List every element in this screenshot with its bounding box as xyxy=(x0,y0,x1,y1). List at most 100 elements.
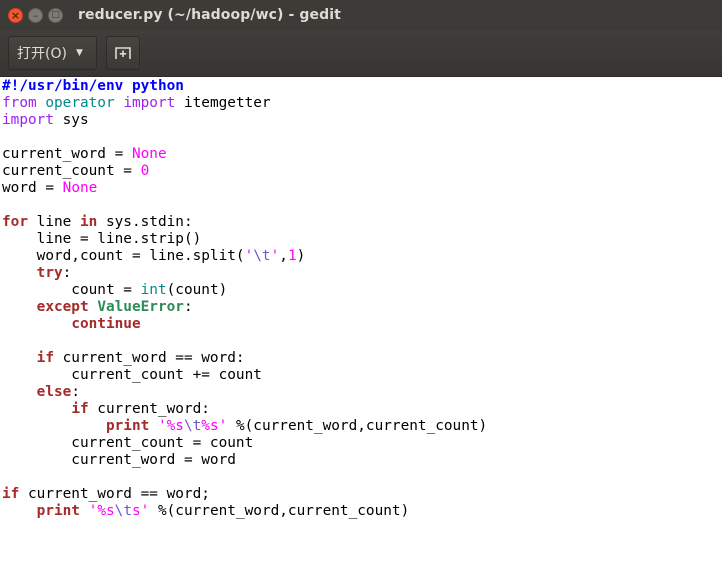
code-token: , xyxy=(279,248,288,264)
code-token: from xyxy=(2,95,37,111)
code-line[interactable]: from operator import itemgetter xyxy=(2,95,722,112)
open-button-label: 打开(O) xyxy=(17,46,67,62)
code-line[interactable] xyxy=(2,197,722,214)
open-file-button[interactable]: 打开(O) ▼ xyxy=(8,36,97,70)
code-token: : xyxy=(71,384,80,400)
code-line[interactable]: try: xyxy=(2,265,722,282)
code-token: in xyxy=(79,214,98,230)
code-token: if xyxy=(2,486,20,502)
code-token: operator xyxy=(45,95,115,111)
code-token: int xyxy=(140,282,167,298)
close-window-button[interactable]: × xyxy=(8,7,23,23)
chevron-down-icon: ▼ xyxy=(75,48,83,58)
code-token: else xyxy=(36,384,72,400)
code-token: continue xyxy=(71,316,141,332)
code-token: %s' xyxy=(201,418,228,434)
code-line[interactable] xyxy=(2,333,722,350)
code-token: : xyxy=(183,299,193,315)
title-bar[interactable]: × – □ reducer.py (~/hadoop/wc) - gedit xyxy=(0,0,722,30)
code-token: '%s xyxy=(88,503,115,519)
code-line[interactable]: current_count = count xyxy=(2,435,722,452)
code-editor[interactable]: #!/usr/bin/env python from operator impor… xyxy=(0,77,722,582)
code-token: sys.stdin: xyxy=(97,214,193,230)
code-token: s' xyxy=(131,503,150,519)
code-token: ) xyxy=(296,248,306,264)
code-line[interactable]: current_count += count xyxy=(2,367,722,384)
code-line[interactable]: if current_word: xyxy=(2,401,722,418)
code-line[interactable]: word = None xyxy=(2,180,722,197)
code-token: current_count += count xyxy=(2,367,262,383)
maximize-icon: □ xyxy=(51,9,60,20)
code-line[interactable]: current_word = None xyxy=(2,146,722,163)
code-line[interactable]: current_word = word xyxy=(2,452,722,469)
code-token: current_word = xyxy=(2,146,132,162)
code-line[interactable]: current_count = 0 xyxy=(2,163,722,180)
code-token: current_count = count xyxy=(2,435,254,451)
code-token: 0 xyxy=(140,163,150,179)
code-line[interactable]: line = line.strip() xyxy=(2,231,722,248)
code-line[interactable]: word,count = line.split('\t',1) xyxy=(2,248,722,265)
code-token: 1 xyxy=(287,248,297,264)
code-line[interactable] xyxy=(2,129,722,146)
code-line[interactable]: else: xyxy=(2,384,722,401)
code-line[interactable]: print '%s\ts' %(current_word,current_cou… xyxy=(2,503,722,520)
minimize-icon: – xyxy=(32,8,39,22)
minimize-window-button[interactable]: – xyxy=(28,7,43,23)
code-line[interactable] xyxy=(2,469,722,486)
code-line[interactable]: import sys xyxy=(2,112,722,129)
code-line[interactable]: #!/usr/bin/env python xyxy=(2,78,722,95)
code-token: print xyxy=(36,503,80,519)
code-token: ValueError xyxy=(97,299,184,315)
code-token: %(current_word,current_count) xyxy=(149,503,410,519)
code-token: \t xyxy=(114,503,132,519)
new-tab-button[interactable] xyxy=(106,36,140,70)
code-token: ' xyxy=(270,248,280,264)
code-line[interactable]: count = int(count) xyxy=(2,282,722,299)
source-code[interactable]: #!/usr/bin/env python from operator impor… xyxy=(0,77,722,520)
code-token: ' xyxy=(244,248,254,264)
code-token: %(current_word,current_count) xyxy=(227,418,488,434)
code-line[interactable]: if current_word == word; xyxy=(2,486,722,503)
header-toolbar: 打开(O) ▼ xyxy=(0,30,722,77)
code-token: None xyxy=(62,180,98,196)
code-token: current_word == word; xyxy=(19,486,210,502)
code-token: (count) xyxy=(166,282,228,298)
window-title: reducer.py (~/hadoop/wc) - gedit xyxy=(78,7,341,23)
code-line[interactable]: if current_word == word: xyxy=(2,350,722,367)
code-token: current_word == word: xyxy=(53,350,245,366)
code-token: current_word: xyxy=(88,401,210,417)
code-token: print xyxy=(105,418,150,434)
code-token: count = xyxy=(2,282,141,298)
code-token: for xyxy=(2,214,28,230)
code-line[interactable]: for line in sys.stdin: xyxy=(2,214,722,231)
code-token: if xyxy=(71,401,89,417)
code-token: import xyxy=(123,95,176,111)
code-token: try xyxy=(36,265,63,281)
code-token: \t xyxy=(253,248,271,264)
code-token: #!/usr/bin/env python xyxy=(2,78,184,94)
code-token: import xyxy=(2,112,54,128)
code-line[interactable]: print '%s\t%s' %(current_word,current_co… xyxy=(2,418,722,435)
code-token: current_word = word xyxy=(2,452,236,468)
code-token: itemgetter xyxy=(175,95,271,111)
code-line[interactable]: except ValueError: xyxy=(2,299,722,316)
code-token: line = line.strip() xyxy=(2,231,202,247)
code-line[interactable]: continue xyxy=(2,316,722,333)
code-token: sys xyxy=(53,112,89,128)
code-token: current_count = xyxy=(2,163,141,179)
maximize-window-button[interactable]: □ xyxy=(48,7,63,23)
new-tab-icon xyxy=(115,47,131,59)
code-token: if xyxy=(36,350,54,366)
